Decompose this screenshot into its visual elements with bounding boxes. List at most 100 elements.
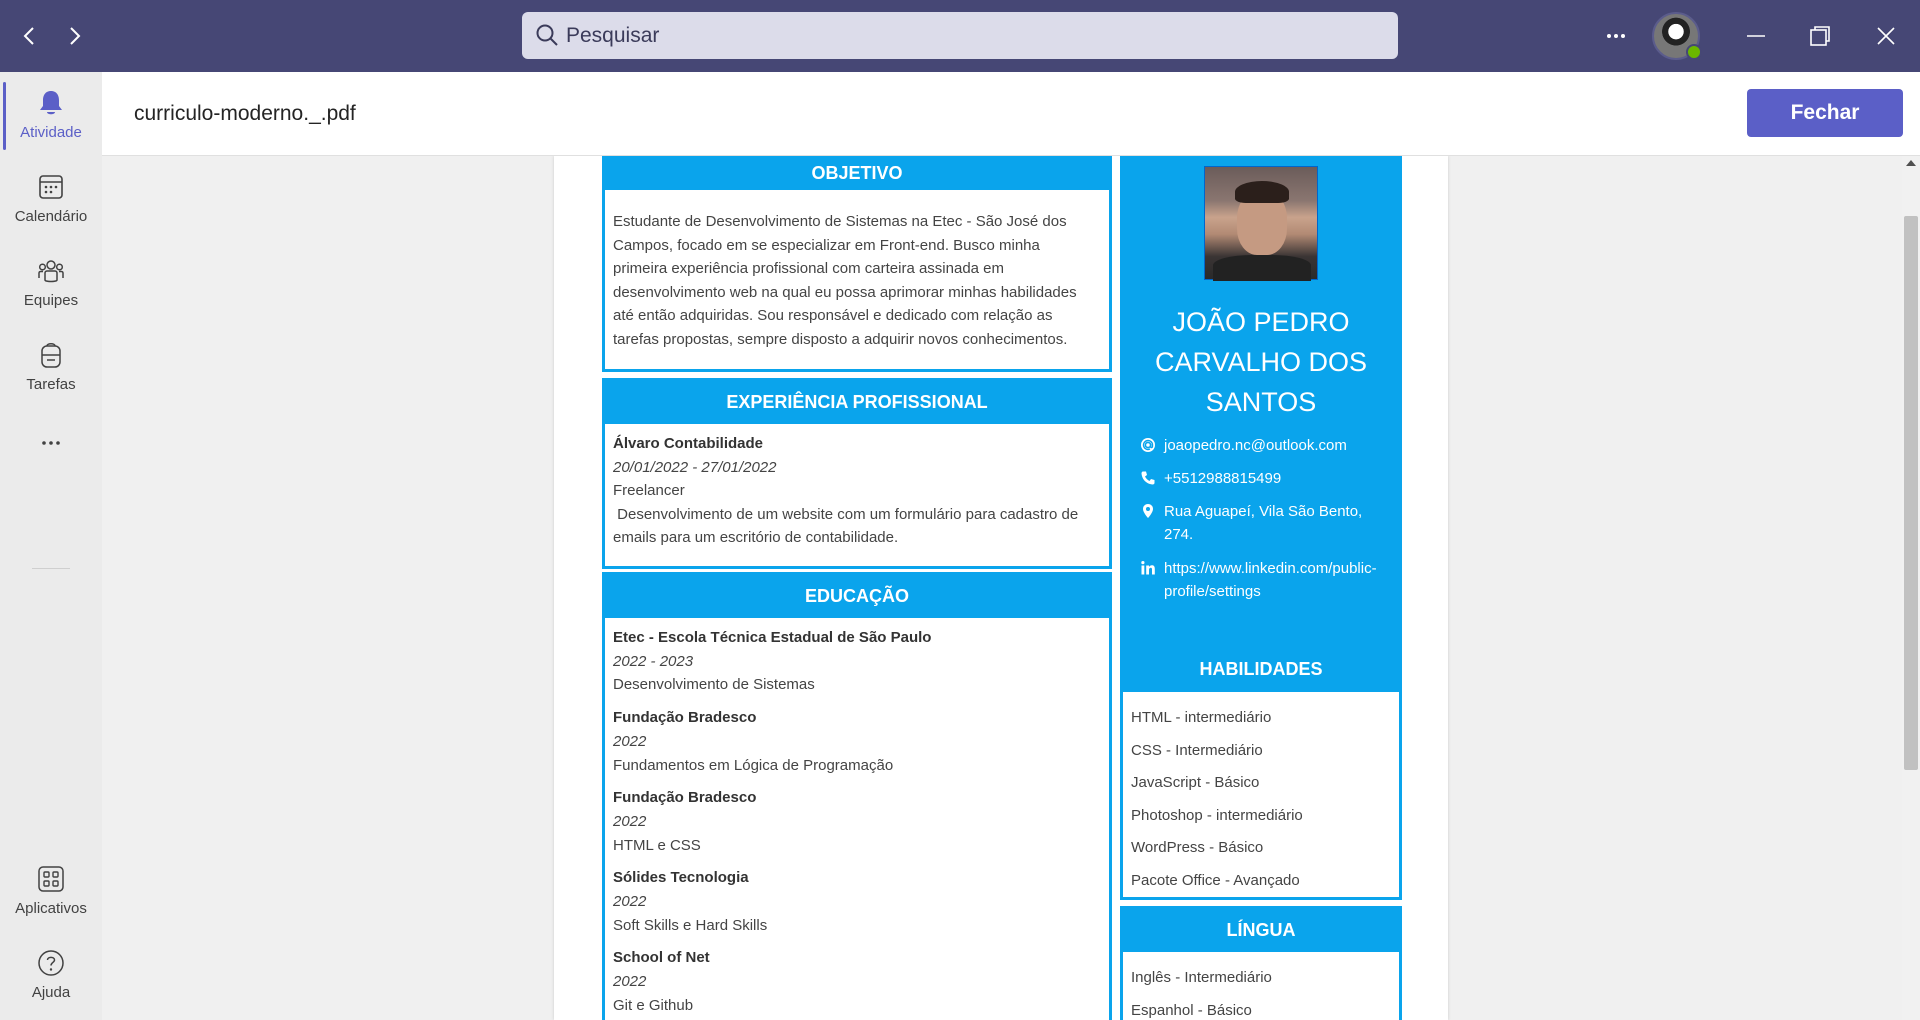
file-header: curriculo-moderno._.pdf Fechar (102, 72, 1920, 156)
school-name: Fundação Bradesco (613, 709, 757, 727)
chevron-left-icon (23, 27, 34, 45)
period: 2022 - 2023 (613, 652, 694, 670)
section-title: OBJETIVO (605, 156, 1109, 190)
pdf-page: OBJETIVO Estudante de Desenvolvimento de… (554, 156, 1448, 1020)
description-line: Desenvolvimento de um website com um for… (613, 505, 1079, 523)
rail-item-tasks[interactable]: Tarefas (0, 328, 102, 408)
rail-label: Calendário (14, 208, 88, 225)
more-horizontal-icon (42, 441, 60, 445)
scroll-up-arrow-icon[interactable] (1906, 160, 1916, 166)
search-box[interactable] (522, 12, 1398, 59)
linkedin-icon (1141, 561, 1155, 575)
vertical-scrollbar[interactable] (1902, 156, 1920, 1020)
course-name: Soft Skills e Hard Skills (613, 916, 768, 934)
name-line: CARVALHO DOS (1154, 347, 1368, 377)
contact-linkedin[interactable]: https://www.linkedin.com/public- profile… (1140, 557, 1400, 603)
course-name: Desenvolvimento de Sistemas (613, 676, 815, 694)
course-name: Git e Github (613, 996, 694, 1014)
language-item: Espanhol - Básico (1131, 1001, 1252, 1019)
rail-divider (32, 568, 70, 569)
skill-item: HTML - intermediário (1131, 709, 1272, 726)
contact-email: joaopedro.nc@outlook.com (1140, 434, 1400, 457)
text-line: até então adquiridas. Sou responsável e … (613, 307, 1053, 324)
rail-more-apps-button[interactable] (0, 422, 102, 472)
period: 2022 (613, 893, 647, 911)
languages-list: Inglês - Intermediário Espanhol - Básico (1123, 952, 1399, 1020)
skills-list: HTML - intermediário CSS - Intermediário… (1123, 692, 1399, 898)
at-sign-icon (1141, 438, 1155, 452)
pdf-viewer[interactable]: OBJETIVO Estudante de Desenvolvimento de… (102, 156, 1902, 1020)
help-icon (38, 950, 64, 976)
search-input[interactable] (566, 12, 1366, 59)
bell-icon (40, 91, 62, 115)
teams-icon (38, 260, 64, 283)
contact-address: Rua Aguapeí, Vila São Bento, 274. (1140, 500, 1400, 546)
rail-label: Tarefas (26, 376, 76, 393)
section-title: EXPERIÊNCIA PROFISSIONAL (605, 381, 1109, 424)
period: 2022 (613, 812, 647, 830)
education-item: Fundação Bradesco 2022 HTML e CSS (613, 786, 1101, 857)
rail-item-activity[interactable]: Atividade (0, 76, 102, 156)
name-line: SANTOS (1205, 387, 1317, 417)
minimize-icon (1747, 35, 1765, 37)
back-button[interactable] (12, 18, 48, 54)
text-line: desenvolvimento web na qual eu possa apr… (613, 283, 1077, 301)
phone-text: +5512988815499 (1164, 470, 1282, 487)
rail-label: Atividade (20, 124, 82, 141)
profile-photo (1204, 166, 1318, 281)
rail-item-apps[interactable]: Aplicativos (0, 852, 102, 932)
linkedin-line: https://www.linkedin.com/public- (1164, 560, 1377, 577)
rail-item-help[interactable]: Ajuda (0, 936, 102, 1016)
skill-item: Pacote Office - Avançado (1131, 871, 1300, 889)
experience-section: EXPERIÊNCIA PROFISSIONAL Álvaro Contabil… (602, 378, 1112, 569)
address-line: Rua Aguapeí, Vila São Bento, (1164, 503, 1363, 520)
course-name: HTML e CSS (613, 836, 701, 854)
education-item: School of Net 2022 Git e Github (613, 946, 1101, 1017)
close-window-button[interactable] (1866, 16, 1906, 56)
minimize-button[interactable] (1736, 16, 1776, 56)
education-section: EDUCAÇÃO Etec - Escola Técnica Estadual … (602, 572, 1112, 1020)
forward-button[interactable] (56, 18, 92, 54)
school-name: Sólides Tecnologia (613, 869, 749, 887)
text-line: Estudante de Desenvolvimento de Sistemas… (613, 213, 1067, 230)
text-line: Campos, focado em se especializar em Fro… (613, 236, 1040, 254)
objective-text: Estudante de Desenvolvimento de Sistemas… (605, 190, 1109, 351)
phone-icon (1141, 471, 1155, 485)
education-item: Sólides Tecnologia 2022 Soft Skills e Ha… (613, 866, 1101, 937)
rail-label: Ajuda (31, 984, 71, 1001)
email-text: joaopedro.nc@outlook.com (1164, 437, 1347, 454)
skill-item: Photoshop - intermediário (1131, 806, 1303, 824)
backpack-icon (41, 343, 61, 368)
skill-item: JavaScript - Básico (1131, 774, 1260, 792)
restore-icon (1810, 26, 1830, 46)
section-title: HABILIDADES (1123, 647, 1399, 692)
maximize-button[interactable] (1800, 16, 1840, 56)
contact-phone: +5512988815499 (1140, 467, 1400, 490)
app-rail: Atividade Calendário Equipes Tarefas Apl… (0, 72, 102, 1020)
address-line: 274. (1164, 526, 1194, 543)
objective-section: OBJETIVO Estudante de Desenvolvimento de… (602, 156, 1112, 372)
apps-icon (38, 866, 64, 892)
school-name: Fundação Bradesco (613, 789, 757, 807)
presence-available-icon (1686, 44, 1702, 60)
rail-item-calendar[interactable]: Calendário (0, 160, 102, 240)
rail-item-teams[interactable]: Equipes (0, 244, 102, 324)
education-list: Etec - Escola Técnica Estadual de São Pa… (605, 618, 1109, 1018)
scrollbar-thumb[interactable] (1904, 216, 1918, 770)
period: 20/01/2022 - 27/01/2022 (613, 458, 777, 476)
location-pin-icon (1143, 504, 1153, 518)
language-item: Inglês - Intermediário (1131, 969, 1272, 986)
close-button[interactable]: Fechar (1747, 89, 1903, 137)
languages-section: LÍNGUA Inglês - Intermediário Espanhol -… (1120, 906, 1402, 1020)
file-name: curriculo-moderno._.pdf (134, 102, 356, 125)
more-options-button[interactable] (1598, 18, 1634, 65)
role: Freelancer (613, 482, 685, 499)
section-title: EDUCAÇÃO (605, 575, 1109, 618)
text-line: tarefas propostas, sempre disposto a adq… (613, 330, 1068, 348)
skill-item: WordPress - Básico (1131, 839, 1264, 857)
chevron-right-icon (70, 27, 81, 45)
period: 2022 (613, 973, 647, 991)
close-icon (1877, 27, 1895, 45)
skill-item: CSS - Intermediário (1131, 741, 1263, 759)
experience-entry: Álvaro Contabilidade 20/01/2022 - 27/01/… (605, 424, 1109, 550)
